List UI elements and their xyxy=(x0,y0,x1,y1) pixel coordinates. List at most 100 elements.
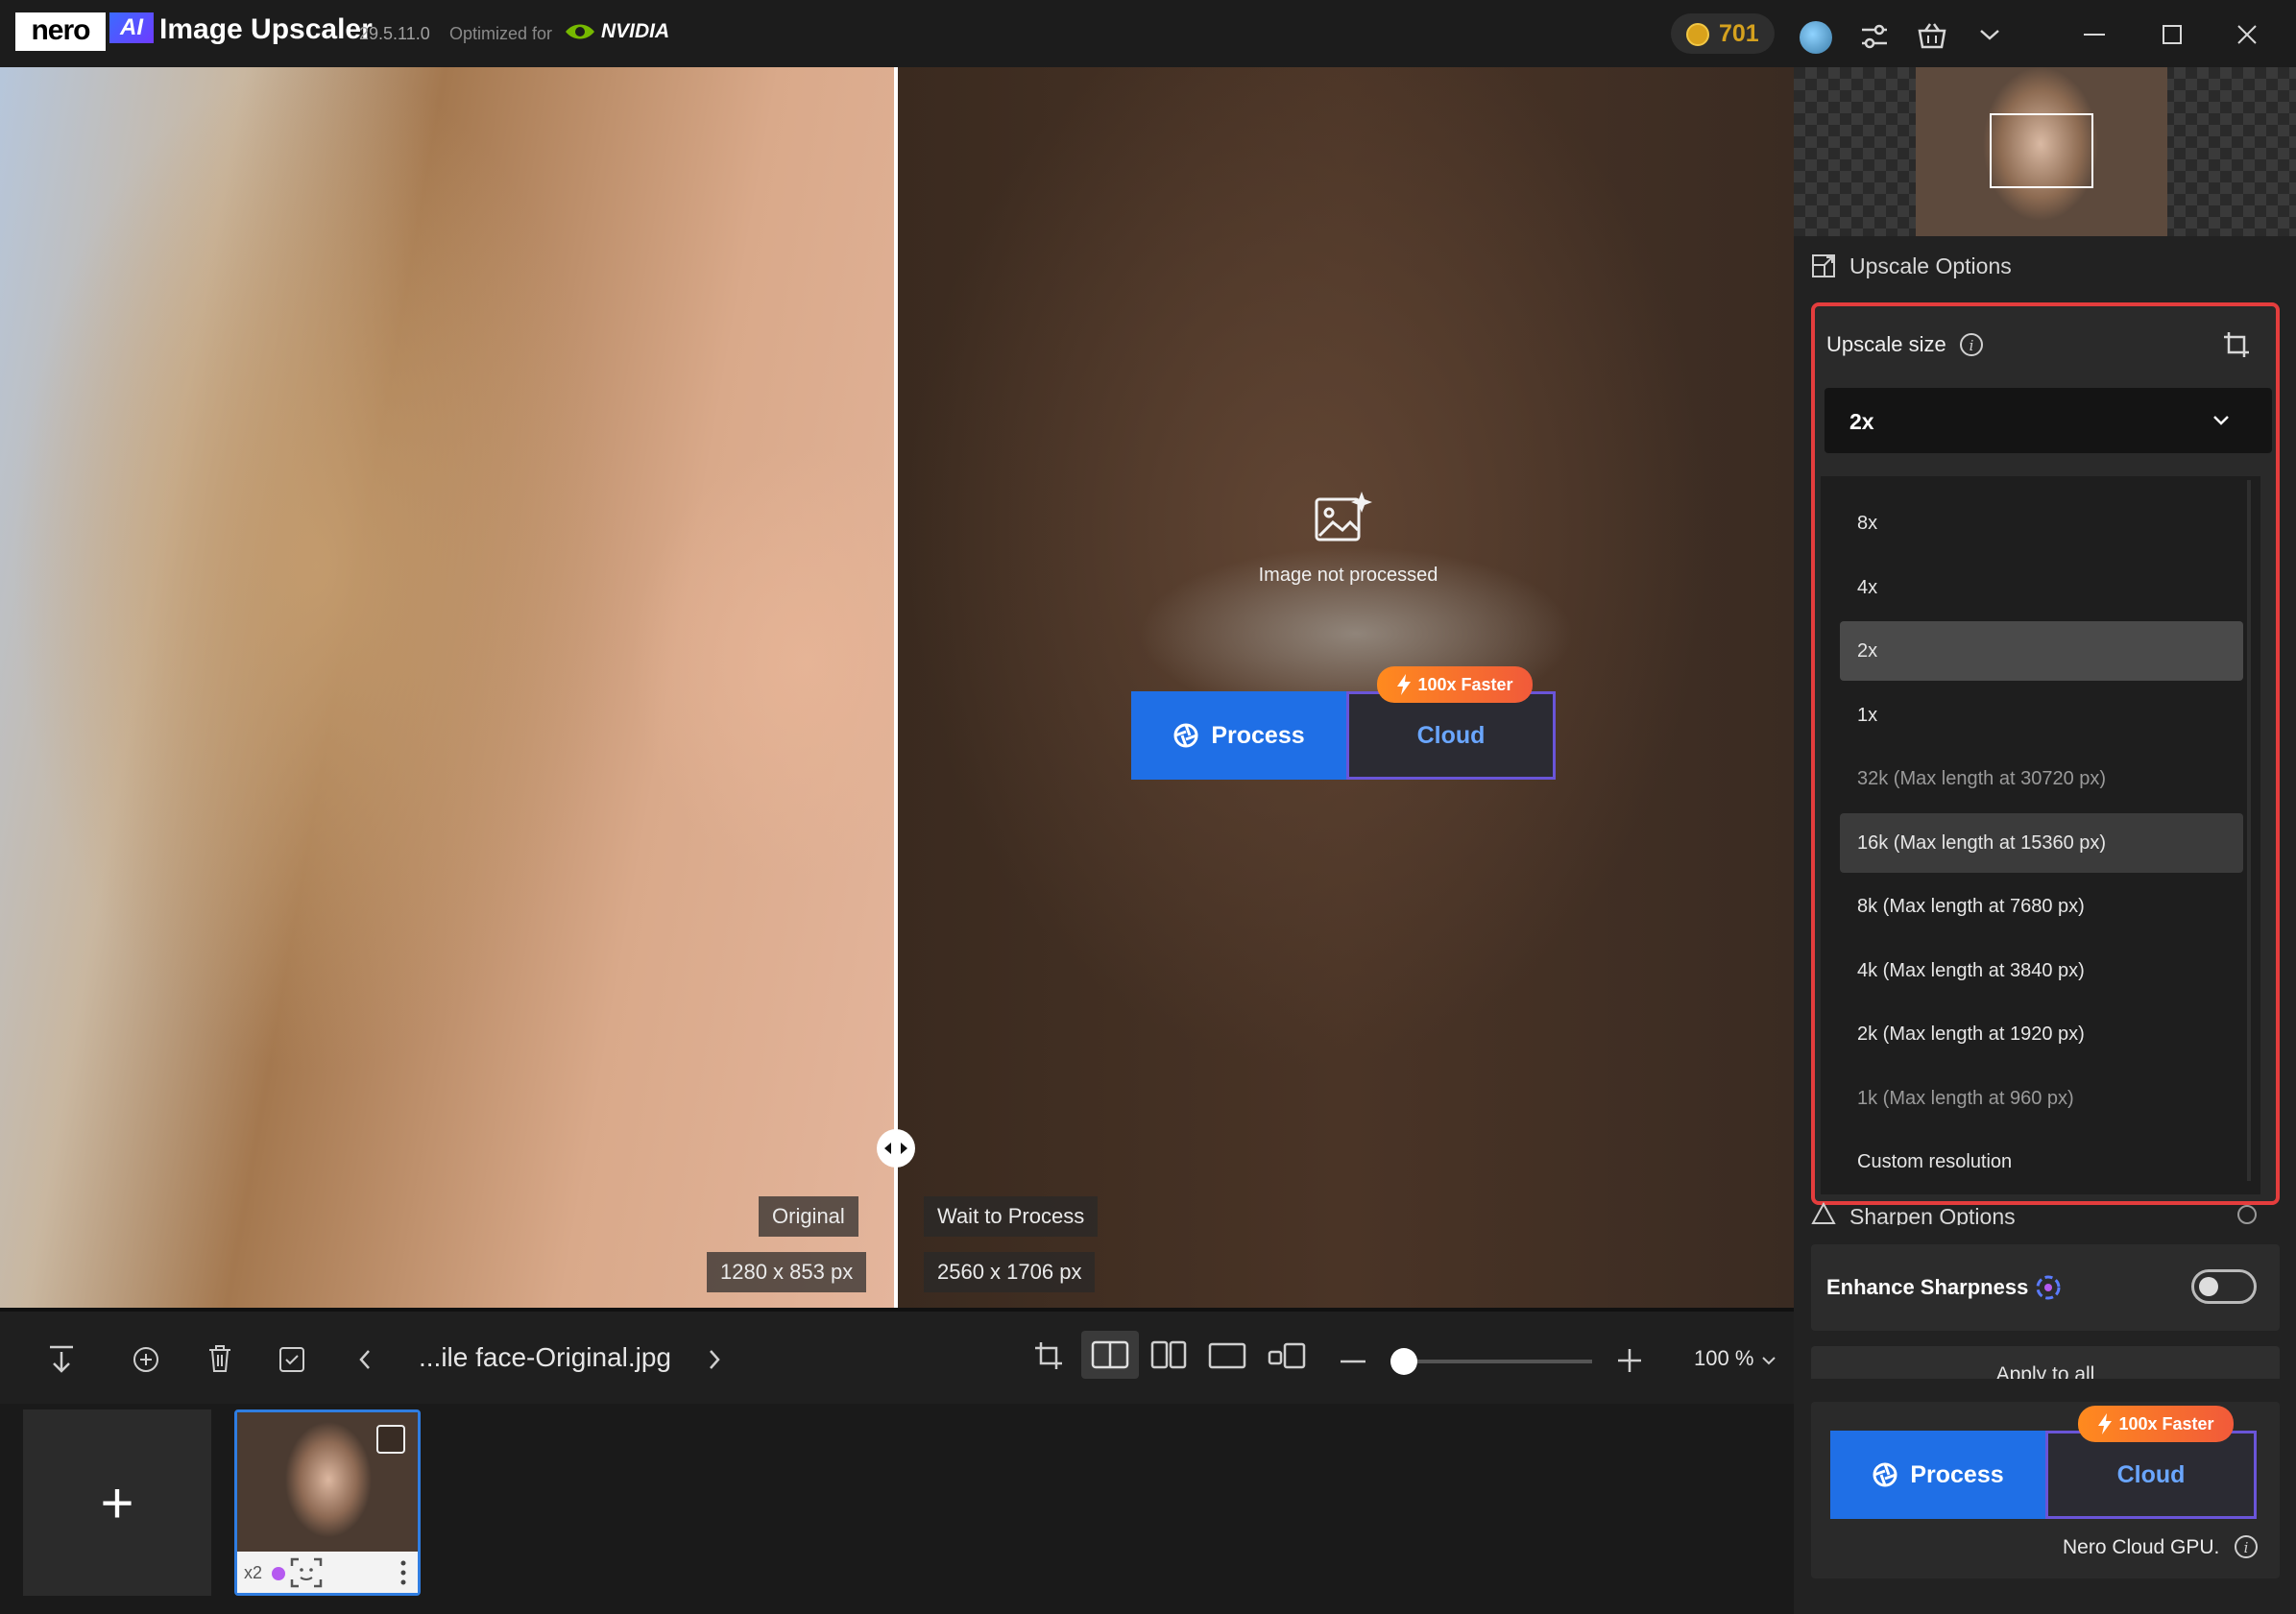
faster-badge-canvas: 100x Faster xyxy=(1377,666,1533,703)
zoom-slider-track[interactable] xyxy=(1394,1360,1592,1363)
nvidia-logo: NVIDIA xyxy=(601,20,670,42)
upscale-size-label: Upscale size xyxy=(1826,332,1946,356)
optimized-for-label: Optimized for xyxy=(449,24,553,43)
faster-badge-text: 100x Faster xyxy=(2118,1413,2214,1433)
cloud-button-canvas[interactable]: Cloud xyxy=(1346,691,1556,780)
split-view-icon xyxy=(1091,1340,1129,1369)
coin-icon xyxy=(1686,23,1709,46)
process-button-label: Process xyxy=(1910,1460,2004,1488)
nero-logo: nero xyxy=(15,12,106,51)
process-button-label: Process xyxy=(1211,721,1305,749)
zoom-slider-thumb[interactable] xyxy=(1390,1348,1417,1375)
basket-icon[interactable] xyxy=(1917,21,1947,50)
svg-text:i: i xyxy=(2244,1539,2249,1556)
thumbnail-info-bar xyxy=(237,1553,418,1593)
drag-arrows-icon xyxy=(884,1143,907,1154)
upscale-option[interactable]: 1x xyxy=(1840,686,2243,745)
cloud-button-label: Cloud xyxy=(1416,721,1486,749)
thumbnail-checkbox[interactable] xyxy=(376,1425,405,1454)
upscale-option[interactable]: 8x xyxy=(1840,494,2243,553)
maximize-icon[interactable] xyxy=(2163,25,2182,44)
upscale-option[interactable]: 2x xyxy=(1840,621,2243,681)
cloud-button-label: Cloud xyxy=(2116,1460,2186,1488)
upscale-option[interactable]: 16k (Max length at 15360 px) xyxy=(1840,813,2243,873)
upscale-option[interactable]: 1k (Max length at 960 px) xyxy=(1840,1069,2243,1128)
svg-text:i: i xyxy=(1970,337,1974,354)
close-icon[interactable] xyxy=(2237,25,2257,44)
app-title: Image Upscaler xyxy=(159,13,373,45)
original-image xyxy=(0,67,895,1308)
minimize-icon[interactable] xyxy=(2084,33,2105,36)
aperture-icon xyxy=(1873,1462,1897,1487)
dropdown-chevron-icon[interactable] xyxy=(2212,415,2230,426)
picture-in-picture-icon[interactable] xyxy=(1268,1342,1306,1369)
bottom-toolbar xyxy=(0,1308,1794,1404)
original-size: 1280 x 853 px xyxy=(707,1252,867,1292)
cloud-gpu-note: Nero Cloud GPU. xyxy=(2063,1536,2220,1558)
lightning-icon xyxy=(1397,674,1412,695)
file-name: ...ile face-Original.jpg xyxy=(419,1342,672,1372)
processed-label: Wait to Process xyxy=(924,1196,1099,1237)
side-by-side-icon[interactable] xyxy=(1150,1340,1187,1369)
upscale-size-select[interactable] xyxy=(1825,388,2272,453)
upscale-option[interactable]: 2k (Max length at 1920 px) xyxy=(1840,1004,2243,1064)
compare-handle[interactable] xyxy=(877,1129,915,1168)
image-sparkle-icon xyxy=(1315,492,1372,542)
ai-model-dot-icon xyxy=(272,1567,285,1580)
processed-image-preview xyxy=(895,67,1794,1308)
zoom-out-icon[interactable] xyxy=(1341,1360,1366,1363)
single-view-icon[interactable] xyxy=(1208,1342,1246,1369)
select-all-icon[interactable] xyxy=(278,1346,305,1373)
zoom-value[interactable]: 100 % xyxy=(1694,1346,1753,1371)
app-version: 29.5.11.0 xyxy=(359,24,430,43)
crop-icon[interactable] xyxy=(2222,330,2251,359)
compare-divider[interactable] xyxy=(894,67,898,1308)
upscale-options-title: Upscale Options xyxy=(1849,253,2012,278)
upscale-option[interactable]: 4x xyxy=(1840,558,2243,617)
upscale-option[interactable]: 8k (Max length at 7680 px) xyxy=(1840,877,2243,936)
info-icon[interactable]: i xyxy=(1959,332,1984,357)
upscale-option[interactable]: Custom resolution xyxy=(1840,1132,2243,1192)
processed-size: 2560 x 1706 px xyxy=(924,1252,1096,1292)
zoom-in-icon[interactable] xyxy=(1617,1348,1642,1373)
crop-tool-icon[interactable] xyxy=(1033,1340,1064,1371)
chevron-down-icon[interactable] xyxy=(1978,27,2001,42)
upscale-option[interactable]: 4k (Max length at 3840 px) xyxy=(1840,941,2243,1000)
upscale-option[interactable]: 32k (Max length at 30720 px) xyxy=(1840,749,2243,808)
faster-badge-text: 100x Faster xyxy=(1417,674,1513,694)
upscale-size-value: 2x xyxy=(1849,409,1874,434)
export-icon[interactable] xyxy=(48,1344,75,1375)
cloud-button-panel[interactable]: Cloud xyxy=(2045,1431,2257,1519)
sharpen-options-title: Sharpen Options xyxy=(1849,1204,2016,1225)
lightning-icon xyxy=(2098,1413,2113,1434)
sharpen-icon xyxy=(1811,1202,1836,1224)
apply-to-all-button[interactable]: Apply to all xyxy=(1811,1346,2280,1379)
enhance-sharpness-label: Enhance Sharpness xyxy=(1826,1275,2029,1299)
user-avatar[interactable] xyxy=(1800,21,1832,54)
process-button-panel[interactable]: Process xyxy=(1830,1431,2045,1519)
more-options-icon[interactable] xyxy=(399,1559,407,1586)
process-button-canvas[interactable]: Process xyxy=(1131,691,1346,780)
credits-count: 701 xyxy=(1719,20,1759,47)
ai-sparkle-icon xyxy=(2036,1275,2061,1300)
faster-badge-panel: 100x Faster xyxy=(2078,1406,2234,1442)
add-image-tile[interactable]: + xyxy=(23,1409,211,1596)
zoom-chevron-icon[interactable] xyxy=(1761,1356,1776,1365)
add-circle-icon[interactable] xyxy=(133,1346,159,1373)
settings-sliders-icon[interactable] xyxy=(1859,23,1890,50)
navigator-viewport[interactable] xyxy=(1990,113,2093,188)
sharpen-info-icon[interactable] xyxy=(2236,1204,2259,1225)
ai-logo: AI xyxy=(109,12,154,43)
nvidia-eye-icon xyxy=(566,24,594,39)
trash-icon[interactable] xyxy=(207,1344,232,1373)
next-image-icon[interactable] xyxy=(707,1348,722,1371)
plus-icon: + xyxy=(100,1470,134,1535)
prev-image-icon[interactable] xyxy=(357,1348,373,1371)
menu-scrollbar[interactable] xyxy=(2241,480,2257,1181)
not-processed-text: Image not processed xyxy=(1258,565,1438,586)
thumbnail-scale: x2 xyxy=(244,1563,263,1582)
face-detect-icon xyxy=(290,1557,323,1588)
apply-to-all-label: Apply to all xyxy=(1995,1363,2095,1379)
cloud-info-icon[interactable]: i xyxy=(2234,1534,2259,1559)
original-label: Original xyxy=(759,1196,858,1237)
